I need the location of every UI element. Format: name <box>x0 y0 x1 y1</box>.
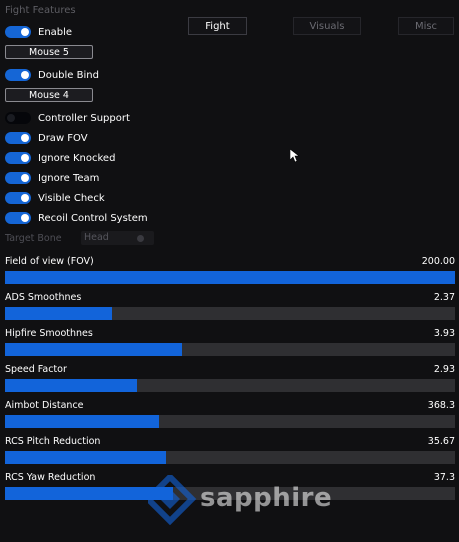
double-bind-label: Double Bind <box>38 69 99 81</box>
enable-toggle[interactable] <box>5 26 31 38</box>
slider-track[interactable] <box>5 415 455 428</box>
slider-value: 368.3 <box>427 400 455 411</box>
slider-label: Field of view (FOV) <box>5 256 94 267</box>
toggle-row-ignore-team[interactable]: Ignore Team <box>5 171 99 185</box>
target-bone-value: Head <box>84 232 109 243</box>
visible-check-label: Visible Check <box>38 192 105 204</box>
slider-fill <box>5 343 182 356</box>
mouse-cursor-icon <box>290 149 300 163</box>
toggle-knob <box>21 174 29 182</box>
slider-label: Hipfire Smoothnes <box>5 328 93 339</box>
slider-fill <box>5 451 166 464</box>
toggle-row-double-bind[interactable]: Double Bind <box>5 68 99 82</box>
toggle-knob <box>21 71 29 79</box>
slider-fill <box>5 307 112 320</box>
draw-fov-toggle[interactable] <box>5 132 31 144</box>
slider-label: ADS Smoothnes <box>5 292 82 303</box>
visible-check-toggle[interactable] <box>5 192 31 204</box>
toggle-row-recoil-control[interactable]: Recoil Control System <box>5 211 148 225</box>
toggle-row-draw-fov[interactable]: Draw FOV <box>5 131 88 145</box>
target-bone-label: Target Bone <box>5 233 62 244</box>
slider-value: 35.67 <box>427 436 455 447</box>
slider-track[interactable] <box>5 271 455 284</box>
double-bind-toggle[interactable] <box>5 69 31 81</box>
recoil-control-toggle[interactable] <box>5 212 31 224</box>
toggle-row-enable[interactable]: Enable <box>5 25 72 39</box>
tab-misc[interactable]: Misc <box>398 17 454 35</box>
tab-visuals[interactable]: Visuals <box>293 17 361 35</box>
controller-support-label: Controller Support <box>38 112 130 124</box>
slider-label: Speed Factor <box>5 364 67 375</box>
slider-label: Aimbot Distance <box>5 400 84 411</box>
ignore-team-label: Ignore Team <box>38 172 100 184</box>
slider-label: RCS Yaw Reduction <box>5 472 96 483</box>
slider-fill <box>5 415 159 428</box>
slider-value: 37.3 <box>433 472 455 483</box>
toggle-knob <box>21 214 29 222</box>
slider-fill <box>5 379 137 392</box>
slider-track[interactable] <box>5 307 455 320</box>
toggle-knob <box>21 154 29 162</box>
section-title: Fight Features <box>5 5 76 16</box>
watermark-text: sapphire <box>200 483 333 513</box>
slider-value: 2.93 <box>433 364 455 375</box>
dropdown-indicator-icon <box>137 235 144 242</box>
tab-fight[interactable]: Fight <box>188 17 247 35</box>
toggle-row-controller-support[interactable]: Controller Support <box>5 111 130 125</box>
slider-fill <box>5 271 455 284</box>
toggle-knob <box>21 194 29 202</box>
slider-label: RCS Pitch Reduction <box>5 436 101 447</box>
ignore-team-toggle[interactable] <box>5 172 31 184</box>
slider-track[interactable] <box>5 379 455 392</box>
slider-track[interactable] <box>5 343 455 356</box>
ignore-knocked-toggle[interactable] <box>5 152 31 164</box>
toggle-knob <box>21 28 29 36</box>
toggle-row-ignore-knocked[interactable]: Ignore Knocked <box>5 151 115 165</box>
ignore-knocked-label: Ignore Knocked <box>38 152 116 164</box>
recoil-control-label: Recoil Control System <box>38 212 148 224</box>
secondary-keybind-button[interactable]: Mouse 4 <box>5 88 93 102</box>
toggle-row-visible-check[interactable]: Visible Check <box>5 191 105 205</box>
slider-track[interactable] <box>5 451 455 464</box>
toggle-knob <box>21 134 29 142</box>
enable-label: Enable <box>38 26 73 38</box>
toggle-knob <box>7 114 15 122</box>
primary-keybind-button[interactable]: Mouse 5 <box>5 45 93 59</box>
slider-value: 2.37 <box>433 292 455 303</box>
target-bone-dropdown[interactable]: Head <box>81 231 154 245</box>
draw-fov-label: Draw FOV <box>38 132 88 144</box>
slider-value: 3.93 <box>433 328 455 339</box>
slider-value: 200.00 <box>421 256 455 267</box>
controller-support-toggle[interactable] <box>5 112 31 124</box>
